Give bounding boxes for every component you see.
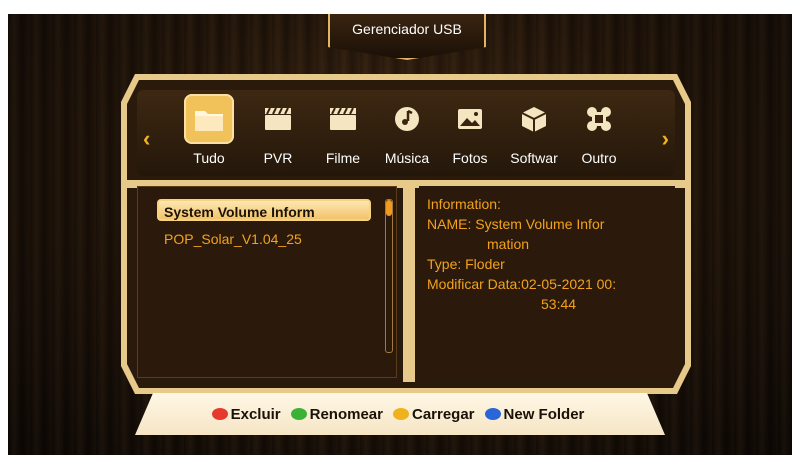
tab-label: Outro: [581, 150, 617, 166]
tab-label: Música: [384, 150, 430, 166]
chevron-right-icon[interactable]: ›: [662, 126, 669, 152]
category-bar: ‹ Tudo PVR Filme Música Fotos Softwar Ou…: [137, 90, 675, 176]
page-title: Gerenciador USB: [328, 14, 486, 60]
panel-divider: [403, 186, 415, 382]
clapperboard-icon: [253, 94, 303, 144]
rename-label: Renomear: [309, 405, 383, 423]
list-item[interactable]: POP_Solar_V1.04_25: [164, 231, 302, 247]
command-icon: [574, 94, 624, 144]
picture-icon: [445, 94, 495, 144]
info-panel: Information: NAME: System Volume Infor m…: [419, 186, 675, 376]
tab-pvr[interactable]: PVR: [248, 94, 308, 174]
red-button-icon: [212, 408, 228, 420]
scroll-thumb[interactable]: [386, 200, 392, 216]
green-button-icon: [291, 408, 307, 420]
info-name-cont: mation: [487, 236, 530, 252]
help-bar: Excluir Renomear Carregar New Folder: [135, 393, 665, 435]
tab-label: Softwar: [510, 150, 558, 166]
tab-musica[interactable]: Música: [377, 94, 437, 174]
rename-hint[interactable]: Renomear: [291, 406, 383, 423]
delete-label: Excluir: [230, 405, 281, 423]
info-time: 53:44: [541, 296, 577, 312]
package-icon: [509, 94, 559, 144]
folder-icon: [184, 94, 234, 144]
frame-inner: ‹ Tudo PVR Filme Música Fotos Softwar Ou…: [127, 80, 685, 388]
tv-screen: Gerenciador USB ‹ Tudo PVR Filme Música …: [8, 14, 792, 455]
tab-label: Tudo: [193, 150, 225, 166]
main-frame: ‹ Tudo PVR Filme Música Fotos Softwar Ou…: [121, 74, 691, 394]
load-hint[interactable]: Carregar: [393, 406, 475, 423]
info-heading: Information:: [427, 196, 501, 212]
new-folder-label: New Folder: [503, 405, 585, 423]
tab-outro[interactable]: Outro: [569, 94, 629, 174]
blue-button-icon: [485, 408, 501, 420]
new-folder-hint[interactable]: New Folder: [485, 406, 585, 423]
info-date: Modificar Data:02-05-2021 00:: [427, 276, 617, 292]
tab-label: PVR: [263, 150, 293, 166]
page-title-text: Gerenciador USB: [352, 21, 462, 37]
file-list[interactable]: System Volume Inform POP_Solar_V1.04_25: [137, 186, 397, 378]
load-label: Carregar: [411, 405, 475, 423]
tab-filme[interactable]: Filme: [313, 94, 373, 174]
chevron-left-icon[interactable]: ‹: [143, 126, 150, 152]
tab-label: Fotos: [452, 150, 488, 166]
yellow-button-icon: [393, 408, 409, 420]
tab-label: Filme: [325, 150, 361, 166]
music-note-icon: [382, 94, 432, 144]
clapperboard-icon: [318, 94, 368, 144]
info-type: Type: Floder: [427, 256, 505, 272]
info-name: NAME: System Volume Infor: [427, 216, 605, 232]
tab-tudo[interactable]: Tudo: [179, 94, 239, 174]
list-item[interactable]: System Volume Inform: [157, 199, 371, 221]
tab-softwar[interactable]: Softwar: [504, 94, 564, 174]
scrollbar[interactable]: [385, 199, 393, 353]
delete-hint[interactable]: Excluir: [212, 406, 281, 423]
tab-fotos[interactable]: Fotos: [440, 94, 500, 174]
